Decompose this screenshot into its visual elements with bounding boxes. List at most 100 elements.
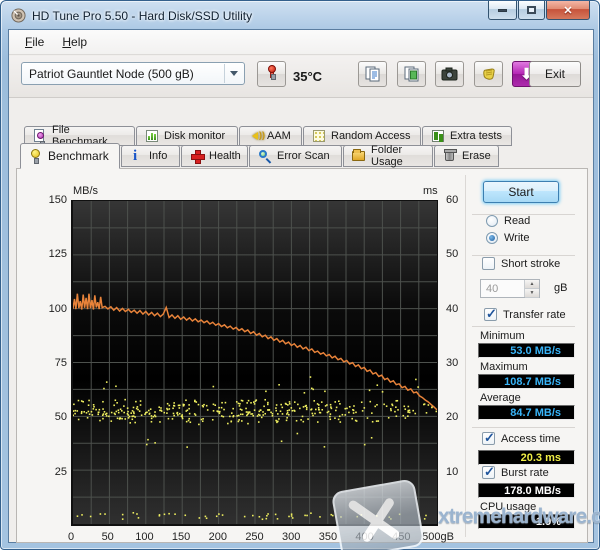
- app-icon: [11, 8, 26, 23]
- tab-health[interactable]: Health: [181, 145, 248, 167]
- thermometer-icon: [267, 65, 276, 83]
- random-access-icon: [312, 129, 326, 143]
- short-stroke-spinner[interactable]: 40 ▲ ▼: [480, 279, 540, 298]
- read-radio[interactable]: [486, 215, 498, 227]
- speaker-icon: [248, 129, 265, 143]
- tab-info[interactable]: i Info: [121, 145, 180, 167]
- tick-label: 40: [446, 302, 459, 315]
- burst-rate-value: 178.0 MB/s: [478, 483, 575, 498]
- read-radio-row[interactable]: Read: [486, 215, 530, 227]
- close-button[interactable]: ✕: [546, 1, 590, 20]
- chart-canvas: [73, 201, 437, 524]
- copy-text-button[interactable]: [358, 61, 387, 87]
- tab-extra-tests[interactable]: Extra tests: [422, 126, 512, 146]
- tick-label: 20: [446, 411, 459, 424]
- trash-icon: [443, 149, 457, 163]
- tick-label: 50: [54, 411, 67, 424]
- tab-disk-monitor[interactable]: Disk monitor: [136, 126, 238, 146]
- extra-tests-icon: [431, 129, 445, 143]
- benchmark-chart: [71, 200, 438, 526]
- lightbulb-icon: [29, 149, 43, 164]
- left-axis-unit: MB/s: [73, 185, 99, 197]
- toolbar: Patriot Gauntlet Node (500 gB) 35°C ⬇ Ex…: [9, 56, 593, 98]
- tick-label: 50: [446, 248, 459, 261]
- tick-label: 50: [101, 531, 114, 543]
- tick-label: 0: [67, 531, 75, 543]
- spin-down-icon: ▼: [525, 289, 539, 298]
- minimize-icon: [498, 8, 507, 12]
- tick-label: 150: [171, 531, 191, 543]
- restore-icon: [527, 6, 536, 14]
- tick-label: 150: [48, 194, 67, 206]
- write-radio[interactable]: [486, 232, 498, 244]
- minimum-value: 53.0 MB/s: [478, 343, 575, 358]
- transfer-rate-row[interactable]: Transfer rate: [484, 306, 566, 322]
- copy-image-button[interactable]: [397, 61, 426, 87]
- access-time-row[interactable]: Access time: [482, 430, 560, 446]
- info-icon: i: [133, 148, 138, 164]
- tab-error-scan[interactable]: Error Scan: [249, 145, 342, 167]
- tick-label: 100: [48, 302, 67, 315]
- chevron-down-icon: [224, 64, 243, 83]
- tick-label: 60: [446, 194, 459, 206]
- tick-label: 200: [208, 531, 227, 543]
- title-bar: HD Tune Pro 5.50 - Hard Disk/SSD Utility…: [1, 1, 599, 29]
- tick-label: 10: [446, 465, 459, 478]
- transfer-rate-checkbox[interactable]: [484, 306, 497, 322]
- average-value: 84.7 MB/s: [478, 405, 575, 420]
- tick-label: 250: [245, 531, 264, 543]
- short-stroke-row[interactable]: Short stroke: [482, 257, 560, 270]
- access-time-checkbox[interactable]: [482, 430, 495, 446]
- minimize-button[interactable]: [488, 1, 517, 20]
- tick-label: 400: [355, 531, 374, 543]
- donate-hand-icon: [482, 68, 495, 80]
- donate-button[interactable]: [474, 61, 503, 87]
- tab-random-access[interactable]: Random Access: [303, 126, 421, 146]
- tab-erase[interactable]: Erase: [434, 145, 499, 167]
- short-stroke-unit: gB: [554, 282, 568, 294]
- average-label: Average: [480, 392, 521, 404]
- tick-label: 500gB: [422, 531, 454, 543]
- client-area: File Help Patriot Gauntlet Node (500 gB)…: [8, 29, 594, 543]
- health-cross-icon: [190, 149, 205, 164]
- cpu-usage-label: CPU usage: [480, 501, 537, 513]
- tick-label: 350: [318, 531, 338, 543]
- tick-label: 450: [392, 531, 411, 543]
- spinner-arrows[interactable]: ▲ ▼: [524, 280, 539, 298]
- app-window: HD Tune Pro 5.50 - Hard Disk/SSD Utility…: [0, 0, 600, 550]
- tick-label: 25: [54, 465, 67, 478]
- start-button[interactable]: Start: [483, 181, 559, 203]
- minimum-label: Minimum: [480, 330, 525, 342]
- right-axis-unit: ms: [423, 185, 438, 197]
- temperature-button[interactable]: [257, 61, 286, 87]
- burst-rate-row[interactable]: Burst rate: [482, 464, 549, 480]
- benchmark-page: MB/s ms 150 125 100 75 50 25 60 50 40 30 20 10 0 50 10…: [16, 168, 588, 543]
- menu-file[interactable]: File: [16, 32, 53, 52]
- burst-rate-checkbox[interactable]: [482, 464, 495, 480]
- screenshot-button[interactable]: [435, 61, 464, 87]
- window-title: HD Tune Pro 5.50 - Hard Disk/SSD Utility: [32, 9, 253, 23]
- tick-label: 30: [446, 357, 459, 369]
- spin-up-icon: ▲: [525, 280, 539, 289]
- file-benchmark-icon: [33, 129, 47, 147]
- drive-select[interactable]: Patriot Gauntlet Node (500 gB): [21, 62, 245, 85]
- write-radio-row[interactable]: Write: [486, 232, 529, 244]
- temperature-value: 35°C: [293, 69, 323, 84]
- maximum-label: Maximum: [480, 361, 528, 373]
- short-stroke-checkbox[interactable]: [482, 257, 495, 270]
- tick-label: 100: [135, 531, 154, 543]
- tick-label: 125: [48, 248, 67, 261]
- tab-folder-usage[interactable]: Folder Usage: [343, 144, 433, 168]
- camera-icon: [441, 67, 458, 81]
- copy-text-icon: [365, 66, 379, 82]
- menu-help[interactable]: Help: [53, 32, 96, 52]
- restore-button[interactable]: [518, 1, 545, 20]
- magnifier-icon: [258, 149, 272, 163]
- exit-button[interactable]: Exit: [529, 61, 581, 87]
- tab-aam[interactable]: AAM: [239, 126, 302, 146]
- tab-benchmark[interactable]: Benchmark: [20, 143, 120, 169]
- access-time-value: 20.3 ms: [478, 450, 575, 465]
- disk-monitor-icon: [145, 129, 159, 143]
- folder-icon: [352, 149, 366, 163]
- maximum-value: 108.7 MB/s: [478, 374, 575, 389]
